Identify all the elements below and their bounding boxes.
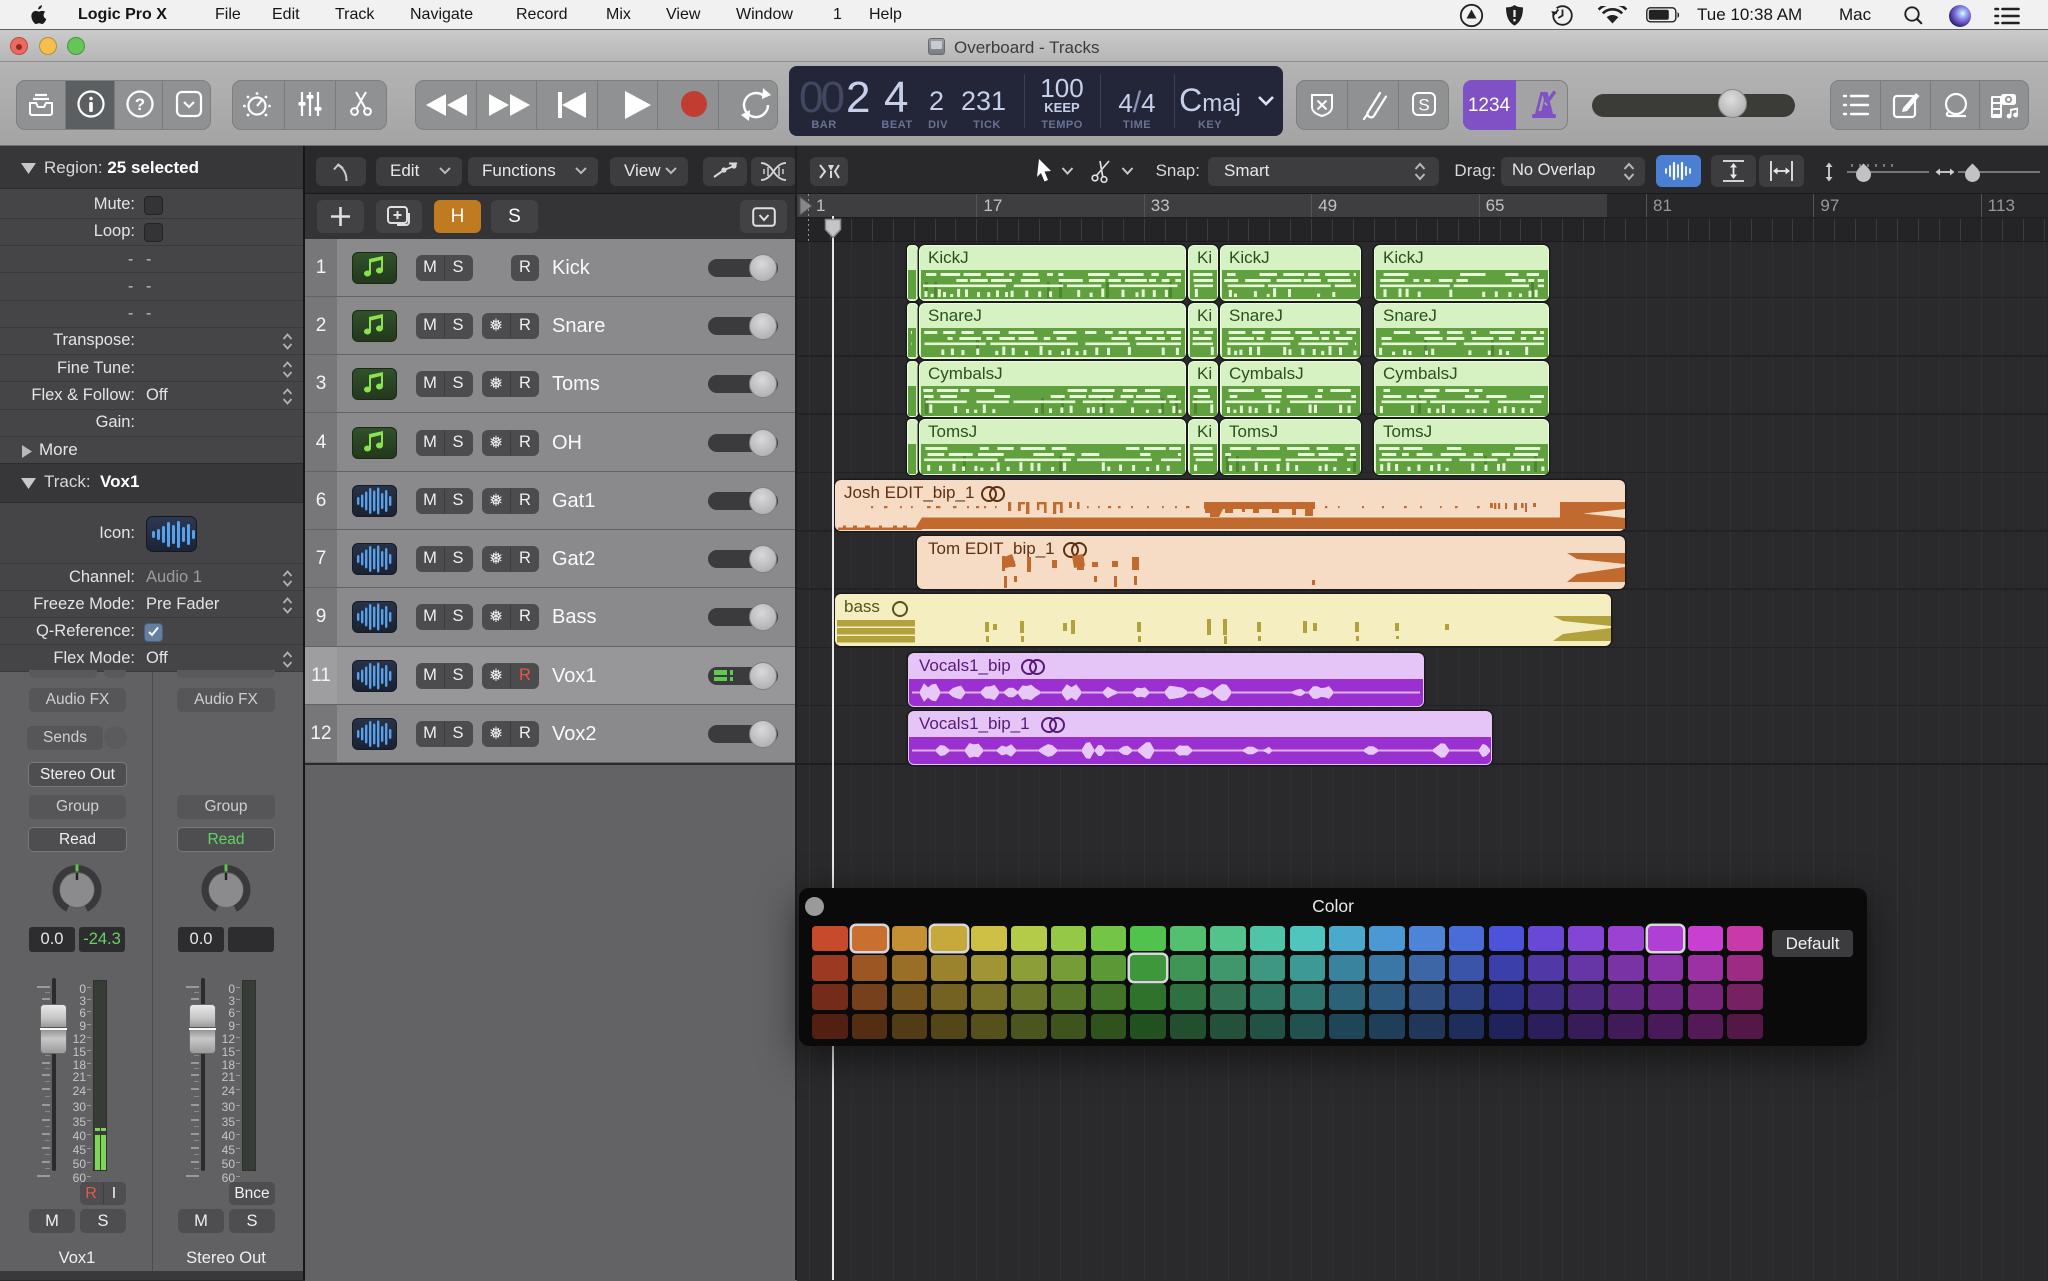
svg-text:?: ? [135,95,145,114]
svg-text:S: S [1418,96,1429,115]
